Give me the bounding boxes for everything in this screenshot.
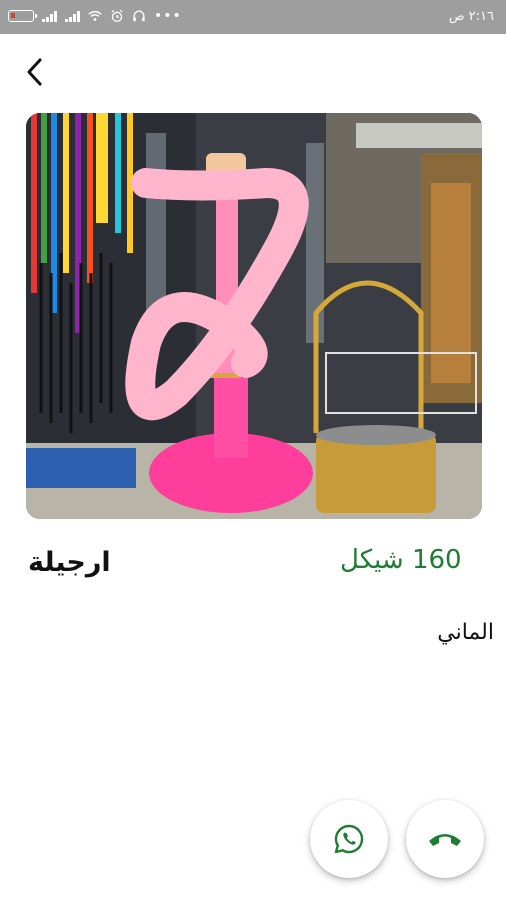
call-button[interactable] (406, 800, 484, 878)
chevron-left-icon (27, 58, 42, 86)
battery-icon (8, 10, 37, 22)
signal-icon (42, 10, 57, 22)
whatsapp-icon (334, 824, 364, 854)
status-bar: ••• ٢:١٦ ص (0, 0, 506, 34)
headphones-icon (133, 10, 145, 22)
status-icons: ••• (8, 9, 182, 23)
product-image (26, 113, 482, 519)
product-description: الماني (437, 620, 494, 645)
alarm-icon (111, 9, 123, 23)
wifi-icon (88, 11, 102, 21)
product-price: 160 شيكل (340, 545, 462, 575)
back-button[interactable] (18, 55, 52, 89)
signal-icon (65, 10, 80, 22)
product-title: ارجيلة (28, 547, 111, 578)
status-time: ٢:١٦ ص (448, 9, 494, 24)
whatsapp-button[interactable] (310, 800, 388, 878)
phone-icon (429, 834, 461, 846)
more-dots-icon: ••• (154, 8, 182, 24)
